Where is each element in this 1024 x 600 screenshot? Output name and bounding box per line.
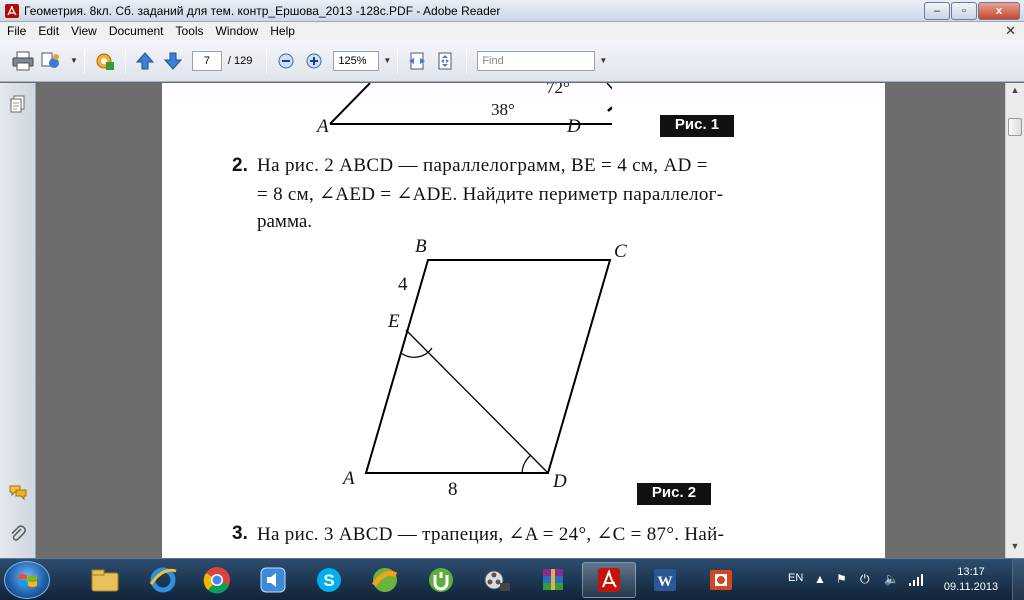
window-controls: – ▫ x xyxy=(923,1,1020,20)
menu-file[interactable]: File xyxy=(0,24,32,38)
taskbar-word-icon[interactable]: W xyxy=(638,562,692,598)
scrollbar-thumb[interactable] xyxy=(1008,118,1022,136)
fig2-length-be: 4 xyxy=(398,274,408,295)
network-signal-icon[interactable] xyxy=(908,573,924,587)
fig2-label-a: A xyxy=(343,468,355,489)
title-bar: Геометрия. 8кл. Сб. заданий для тем. кон… xyxy=(0,0,1024,22)
minimize-button[interactable]: – xyxy=(924,1,950,20)
zoom-dropdown-icon[interactable]: ▼ xyxy=(383,56,391,65)
document-viewport[interactable]: A D 38° 72° Рис. 1 2. На рис. 2 ABCD — п… xyxy=(37,83,1005,558)
taskbar-internet-explorer-icon[interactable] xyxy=(136,562,190,598)
windows-taskbar: S W EN ▲ ⚑ ⏻ 🔈 13:17 09.11.2013 xyxy=(0,558,1024,600)
taskbar-chrome-icon[interactable] xyxy=(190,562,244,598)
taskbar-powerpoint-icon[interactable] xyxy=(694,562,748,598)
taskbar-adobe-reader-icon[interactable] xyxy=(582,562,636,598)
taskbar-explorer-icon[interactable] xyxy=(78,562,132,598)
menu-view[interactable]: View xyxy=(65,24,103,38)
share-icon[interactable] xyxy=(38,49,64,73)
zoom-in-icon[interactable] xyxy=(301,49,327,73)
page-number-input[interactable]: 7 xyxy=(191,50,222,71)
svg-text:W: W xyxy=(658,574,673,590)
attachments-paperclip-icon[interactable] xyxy=(9,525,27,543)
share-dropdown-icon[interactable]: ▼ xyxy=(70,56,78,65)
show-desktop-button[interactable] xyxy=(1012,559,1024,600)
taskbar-media-icon[interactable] xyxy=(358,562,412,598)
clock[interactable]: 13:17 09.11.2013 xyxy=(938,565,1004,595)
zoom-out-icon[interactable] xyxy=(273,49,299,73)
menu-tools[interactable]: Tools xyxy=(170,24,210,38)
start-button[interactable] xyxy=(4,561,50,599)
fig2-label-e: E xyxy=(388,311,400,332)
next-page-icon[interactable] xyxy=(160,49,186,73)
menu-edit[interactable]: Edit xyxy=(32,24,65,38)
toolbar-separator xyxy=(397,48,399,73)
fig2-label-b: B xyxy=(415,236,427,257)
scroll-up-icon[interactable]: ▲ xyxy=(1009,85,1021,99)
taskbar-video-icon[interactable] xyxy=(470,562,524,598)
menu-document[interactable]: Document xyxy=(103,24,170,38)
fig2-caption: Рис. 2 xyxy=(637,483,711,505)
taskbar-audio-player-icon[interactable] xyxy=(246,562,300,598)
show-hidden-icons-icon[interactable]: ▲ xyxy=(814,572,826,586)
taskbar-utorrent-icon[interactable] xyxy=(414,562,468,598)
toolbar-separator xyxy=(83,48,85,73)
adobe-reader-icon xyxy=(5,3,19,18)
previous-page-icon[interactable] xyxy=(132,49,158,73)
clock-time: 13:17 xyxy=(957,566,985,578)
zoom-level-select[interactable]: 125% xyxy=(333,50,380,71)
close-button[interactable]: x xyxy=(978,1,1020,20)
system-tray: EN ▲ ⚑ ⏻ 🔈 13:17 09.11.2013 xyxy=(780,559,1024,600)
pdf-page: A D 38° 72° Рис. 1 2. На рис. 2 ABCD — п… xyxy=(162,83,885,558)
figure-2-parallelogram xyxy=(364,259,612,474)
windows-logo-icon xyxy=(19,574,37,587)
comments-icon[interactable] xyxy=(9,483,27,501)
action-center-flag-icon[interactable]: ⚑ xyxy=(836,572,847,586)
close-document-icon[interactable]: ✕ xyxy=(1005,23,1016,39)
fig2-label-c: C xyxy=(614,241,627,262)
menu-bar: File Edit View Document Tools Window Hel… xyxy=(0,22,1024,40)
toolbar: ▼ 7 / 129 125% ▼ Find ▼ xyxy=(0,40,1024,82)
find-dropdown-icon[interactable]: ▼ xyxy=(599,56,607,65)
maximize-button[interactable]: ▫ xyxy=(951,1,977,20)
toolbar-separator xyxy=(466,48,468,73)
volume-icon[interactable]: 🔈 xyxy=(884,572,899,586)
window-title: Геометрия. 8кл. Сб. заданий для тем. кон… xyxy=(24,3,501,18)
menu-window[interactable]: Window xyxy=(210,24,265,38)
print-icon[interactable] xyxy=(10,49,36,73)
power-plug-icon[interactable]: ⏻ xyxy=(860,572,870,587)
toolbar-separator xyxy=(124,48,126,73)
clock-date: 09.11.2013 xyxy=(943,581,999,593)
fig2-length-ad: 8 xyxy=(448,479,458,500)
fit-page-icon[interactable] xyxy=(432,49,458,73)
problem3-line1: На рис. 3 ABCD — трапеция, ∠A = 24°, ∠C … xyxy=(257,524,725,545)
vertical-scrollbar[interactable]: ▲ ▼ xyxy=(1005,83,1024,558)
taskbar-winrar-icon[interactable] xyxy=(526,562,580,598)
menu-help[interactable]: Help xyxy=(264,24,301,38)
scroll-down-icon[interactable]: ▼ xyxy=(1009,541,1021,555)
fig2-label-d: D xyxy=(553,471,567,492)
pages-panel-icon[interactable] xyxy=(9,95,27,113)
settings-gear-icon[interactable] xyxy=(91,49,117,73)
find-input[interactable]: Find xyxy=(477,50,596,71)
taskbar-skype-icon[interactable]: S xyxy=(302,562,356,598)
svg-text:S: S xyxy=(323,571,334,590)
page-total: / 129 xyxy=(227,54,253,67)
left-navigation-pane xyxy=(0,83,36,558)
fit-width-icon[interactable] xyxy=(404,49,430,73)
toolbar-separator xyxy=(266,48,268,73)
language-indicator[interactable]: EN xyxy=(788,572,803,584)
problem3-number: 3. xyxy=(232,523,248,544)
